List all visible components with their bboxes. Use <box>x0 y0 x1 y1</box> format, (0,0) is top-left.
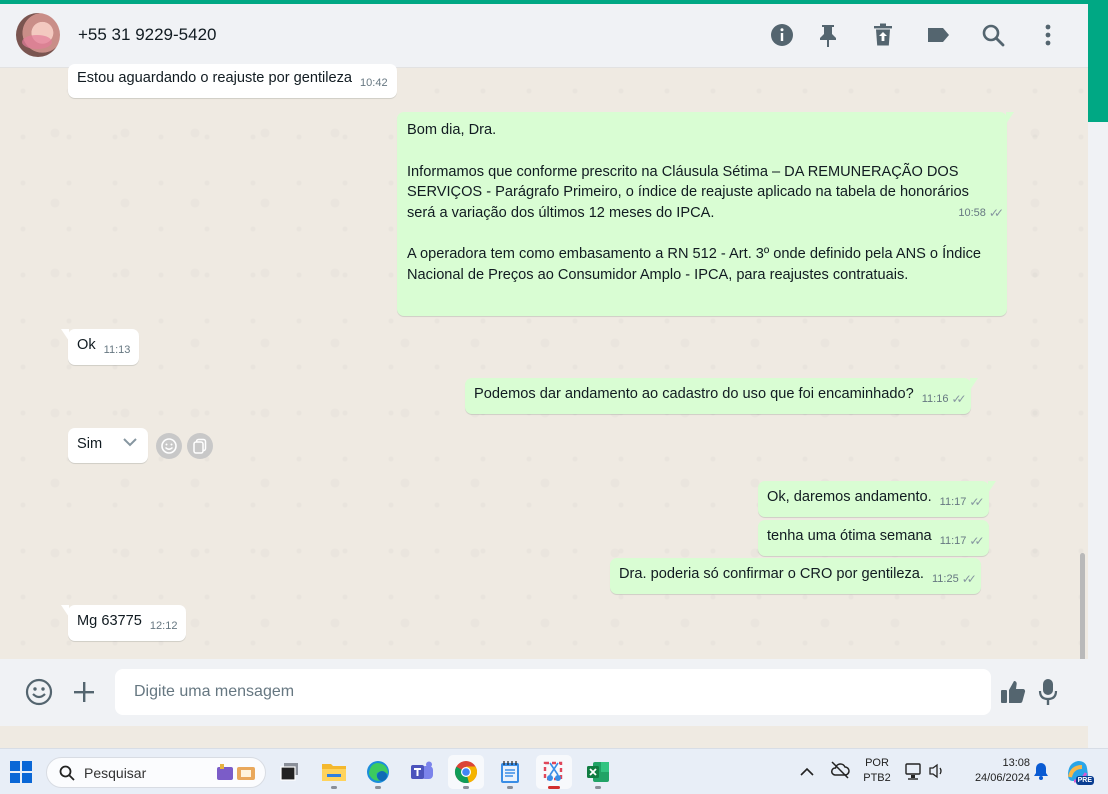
reaction-emoji-icon[interactable] <box>156 433 182 459</box>
message-text: Dra. poderia só confirmar o CRO por gent… <box>619 566 924 582</box>
composer-bar <box>0 659 1088 726</box>
message-options-chevron-icon[interactable] <box>122 434 138 457</box>
message-input[interactable] <box>115 669 991 715</box>
chevron-up-icon[interactable] <box>800 764 814 782</box>
search-icon[interactable] <box>980 22 1006 48</box>
contact-avatar[interactable] <box>16 13 60 57</box>
windows-taskbar: Pesquisar POR PTB2 13:08 24/06/2024 PRE <box>0 748 1108 794</box>
search-icon <box>59 765 75 781</box>
read-ticks-icon: ✓✓ <box>961 572 977 586</box>
read-ticks-icon: ✓✓ <box>988 206 1004 221</box>
notepad-icon[interactable] <box>492 755 528 789</box>
running-indicator <box>331 786 337 789</box>
message-meta: 11:17 ✓✓ <box>939 531 985 552</box>
label-icon[interactable] <box>925 22 951 48</box>
message-time: 11:17 <box>939 496 967 508</box>
message-time: 11:25 <box>931 573 959 585</box>
message-out[interactable]: Dra. poderia só confirmar o CRO por gent… <box>610 558 981 594</box>
message-meta: 11:25 ✓✓ <box>931 569 977 590</box>
excel-icon[interactable] <box>580 755 616 789</box>
message-text: Mg 63775 <box>77 613 142 629</box>
teams-icon[interactable] <box>404 755 440 789</box>
running-indicator <box>507 786 513 789</box>
attach-plus-icon[interactable] <box>69 677 99 707</box>
whatsapp-window: +55 31 9229-5420 Estou aguardando o reaj… <box>0 4 1088 726</box>
message-paragraph: Informamos que conforme prescrito na Clá… <box>407 163 969 221</box>
contact-name[interactable]: +55 31 9229-5420 <box>78 25 217 45</box>
search-highlight-icon <box>215 763 257 786</box>
keyboard-layout: PTB2 <box>863 772 891 784</box>
notification-bell-icon[interactable] <box>1033 762 1049 785</box>
read-ticks-icon: ✓✓ <box>969 495 984 509</box>
copilot-badge: PRE <box>1075 776 1094 785</box>
clock-date: 24/06/2024 <box>974 772 1030 784</box>
message-time: 11:16 <box>921 393 949 405</box>
chrome-icon[interactable] <box>448 755 484 789</box>
menu-icon[interactable] <box>1035 22 1061 48</box>
taskbar-search[interactable]: Pesquisar <box>46 757 266 788</box>
message-out[interactable]: tenha uma ótima semana 11:17 ✓✓ <box>758 520 989 556</box>
edge-icon[interactable] <box>360 755 396 789</box>
input-language[interactable]: POR PTB2 <box>862 756 892 786</box>
message-paragraph: Bom dia, Dra. <box>407 122 497 138</box>
thumbs-up-icon[interactable] <box>998 677 1028 707</box>
cloud-offline-icon[interactable] <box>830 761 850 784</box>
windows-start-icon[interactable] <box>10 761 32 788</box>
message-text: Ok, daremos andamento. <box>767 489 932 505</box>
message-time: 10:42 <box>360 77 388 89</box>
message-text: Sim <box>77 436 103 452</box>
file-explorer-icon[interactable] <box>316 755 352 789</box>
message-paragraph: A operadora tem como embasamento a RN 51… <box>407 246 982 283</box>
copy-icon[interactable] <box>187 433 213 459</box>
message-text: Estou aguardando o reajuste por gentilez… <box>77 70 353 86</box>
message-time: 10:58 <box>958 207 986 220</box>
message-in[interactable]: Ok 11:13 <box>60 329 140 365</box>
microphone-icon[interactable] <box>1033 677 1063 707</box>
message-out[interactable]: Podemos dar andamento ao cadastro do uso… <box>465 378 978 414</box>
running-indicator <box>463 786 469 789</box>
read-ticks-icon: ✓✓ <box>951 392 966 406</box>
clock[interactable]: 13:08 24/06/2024 <box>960 756 1030 786</box>
message-in[interactable]: Mg 63775 12:12 <box>60 605 187 641</box>
delete-icon[interactable] <box>870 22 896 48</box>
chat-header: +55 31 9229-5420 <box>0 4 1088 68</box>
message-meta: 11:16 ✓✓ <box>921 389 967 410</box>
pin-icon[interactable] <box>815 22 841 48</box>
volume-icon[interactable] <box>928 762 946 785</box>
window-right-accent <box>1088 4 1108 122</box>
message-in[interactable]: Estou aguardando o reajuste por gentilez… <box>68 64 397 98</box>
message-meta: 11:17 ✓✓ <box>939 492 985 513</box>
running-indicator <box>548 786 560 789</box>
task-view-icon[interactable] <box>272 755 308 789</box>
info-icon[interactable] <box>769 22 795 48</box>
side-panel-edge <box>1088 122 1108 748</box>
language-code: POR <box>865 757 889 769</box>
message-text: Ok <box>77 337 96 353</box>
message-time: 11:17 <box>939 535 967 547</box>
message-out[interactable]: Bom dia, Dra. Informamos que conforme pr… <box>397 112 1014 316</box>
snipping-tool-icon[interactable] <box>536 755 572 789</box>
message-in[interactable]: Sim <box>68 428 148 463</box>
copilot-icon[interactable]: PRE <box>1064 757 1094 785</box>
emoji-icon[interactable] <box>24 677 54 707</box>
running-indicator <box>375 786 381 789</box>
message-text: tenha uma ótima semana <box>767 528 932 544</box>
message-meta: 10:58 ✓✓ <box>958 116 1004 311</box>
clock-time: 13:08 <box>1002 757 1030 769</box>
message-list[interactable]: Estou aguardando o reajuste por gentilez… <box>0 64 1088 709</box>
message-text: Podemos dar andamento ao cadastro do uso… <box>474 386 914 402</box>
running-indicator <box>595 786 601 789</box>
message-time: 12:12 <box>149 620 178 632</box>
taskbar-search-label: Pesquisar <box>84 764 147 781</box>
network-icon[interactable] <box>905 762 923 785</box>
message-time: 11:13 <box>103 344 131 356</box>
message-out[interactable]: Ok, daremos andamento. 11:17 ✓✓ <box>758 481 995 517</box>
read-ticks-icon: ✓✓ <box>969 534 984 548</box>
